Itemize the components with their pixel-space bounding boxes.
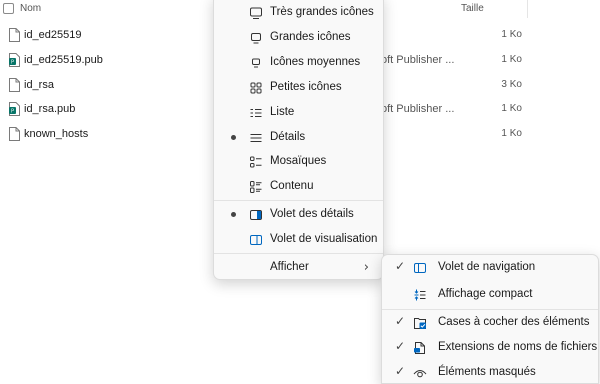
submenu-item-navigation-pane[interactable]: ✓ Volet de navigation bbox=[386, 256, 594, 280]
selected-bullet-icon bbox=[231, 212, 236, 217]
select-all-checkbox[interactable] bbox=[3, 3, 14, 14]
menu-item-tiles[interactable]: Mosaïques bbox=[218, 150, 379, 174]
file-icon bbox=[9, 78, 20, 92]
file-type: oft Publisher ... bbox=[381, 54, 455, 66]
menu-item-show[interactable]: Afficher › bbox=[218, 256, 379, 280]
file-type: oft Publisher ... bbox=[381, 103, 455, 115]
item-checkbox-icon bbox=[414, 318, 426, 329]
menu-separator bbox=[214, 200, 383, 201]
svg-text:P: P bbox=[11, 60, 14, 66]
chevron-right-icon: › bbox=[363, 260, 369, 275]
show-submenu: ✓ Volet de navigation Affichage compact … bbox=[381, 254, 599, 384]
menu-item-preview-pane[interactable]: Volet de visualisation bbox=[218, 228, 379, 252]
menu-item-list[interactable]: Liste bbox=[218, 101, 379, 125]
menu-item-label: Mosaïques bbox=[270, 155, 327, 167]
publisher-file-icon: P bbox=[9, 53, 20, 67]
monitor-small-icon bbox=[252, 58, 260, 68]
menu-item-label: Petites icônes bbox=[270, 81, 342, 93]
menu-item-label: Détails bbox=[270, 131, 306, 143]
file-name: id_rsa.pub bbox=[24, 103, 76, 115]
preview-pane-icon bbox=[250, 235, 262, 245]
menu-item-label: Très grandes icônes bbox=[270, 6, 374, 18]
file-size: 1 Ko bbox=[501, 54, 522, 65]
menu-item-medium-icons[interactable]: Icônes moyennes bbox=[218, 51, 379, 75]
menu-item-label: Liste bbox=[270, 106, 295, 118]
details-pane-icon bbox=[250, 210, 262, 220]
menu-item-label: Icônes moyennes bbox=[270, 56, 361, 68]
column-header-size[interactable]: Taille bbox=[461, 3, 484, 14]
menu-separator bbox=[382, 309, 598, 310]
menu-item-large-icons[interactable]: Grandes icônes bbox=[218, 26, 379, 50]
menu-item-label: Extensions de noms de fichiers bbox=[438, 341, 598, 353]
submenu-item-item-checkboxes[interactable]: ✓ Cases à cocher des éléments bbox=[386, 311, 594, 335]
tiles-icon bbox=[250, 156, 262, 168]
submenu-item-compact-view[interactable]: Affichage compact bbox=[386, 283, 594, 307]
checkmark-icon: ✓ bbox=[395, 259, 406, 273]
menu-item-label: Éléments masqués bbox=[438, 366, 536, 378]
menu-item-content[interactable]: Contenu bbox=[218, 175, 379, 199]
checkmark-icon: ✓ bbox=[395, 314, 406, 328]
file-icon bbox=[9, 28, 20, 42]
selected-bullet-icon bbox=[231, 135, 236, 140]
file-name: id_ed25519.pub bbox=[24, 54, 103, 66]
view-menu: Très grandes icônes Grandes icônes Icône… bbox=[213, 0, 384, 280]
menu-item-label: Volet de visualisation bbox=[270, 233, 378, 245]
file-size: 1 Ko bbox=[501, 128, 522, 139]
menu-item-label: Cases à cocher des éléments bbox=[438, 316, 590, 328]
file-size: 1 Ko bbox=[501, 103, 522, 114]
menu-item-label: Volet des détails bbox=[270, 208, 354, 220]
menu-item-label: Volet de navigation bbox=[438, 261, 536, 273]
menu-item-small-icons[interactable]: Petites icônes bbox=[218, 76, 379, 100]
file-size: 1 Ko bbox=[501, 29, 522, 40]
details-icon bbox=[250, 134, 262, 142]
menu-item-very-large-icons[interactable]: Très grandes icônes bbox=[218, 1, 379, 25]
menu-item-label: Afficher bbox=[270, 261, 309, 273]
menu-item-label: Affichage compact bbox=[438, 288, 533, 300]
column-header-name[interactable]: Nom bbox=[20, 3, 41, 14]
file-name: id_ed25519 bbox=[24, 29, 82, 41]
list-icon bbox=[250, 109, 262, 117]
checkmark-icon: ✓ bbox=[395, 364, 406, 378]
menu-item-details-pane[interactable]: Volet des détails bbox=[218, 203, 379, 227]
compact-view-icon bbox=[414, 289, 426, 301]
submenu-item-hidden-items[interactable]: ✓ Éléments masqués bbox=[386, 361, 594, 384]
submenu-item-file-extensions[interactable]: ✓ Extensions de noms de fichiers bbox=[386, 336, 598, 360]
publisher-file-icon: P bbox=[9, 102, 20, 116]
file-size: 3 Ko bbox=[501, 79, 522, 90]
file-icon bbox=[9, 127, 20, 141]
eye-icon bbox=[413, 370, 427, 378]
svg-text:P: P bbox=[11, 109, 14, 115]
small-icons-grid-icon bbox=[250, 82, 262, 94]
column-divider[interactable] bbox=[527, 0, 528, 18]
checkmark-icon: ✓ bbox=[395, 339, 406, 353]
content-icon bbox=[250, 181, 262, 193]
file-extension-icon bbox=[414, 342, 425, 354]
menu-item-label: Contenu bbox=[270, 180, 314, 192]
navigation-pane-icon bbox=[414, 263, 426, 273]
menu-item-details[interactable]: Détails bbox=[218, 126, 379, 150]
menu-item-label: Grandes icônes bbox=[270, 31, 351, 43]
file-name: id_rsa bbox=[24, 79, 54, 91]
monitor-large-icon bbox=[250, 7, 262, 19]
menu-separator bbox=[214, 253, 383, 254]
monitor-icon bbox=[251, 33, 261, 44]
file-name: known_hosts bbox=[24, 128, 89, 140]
